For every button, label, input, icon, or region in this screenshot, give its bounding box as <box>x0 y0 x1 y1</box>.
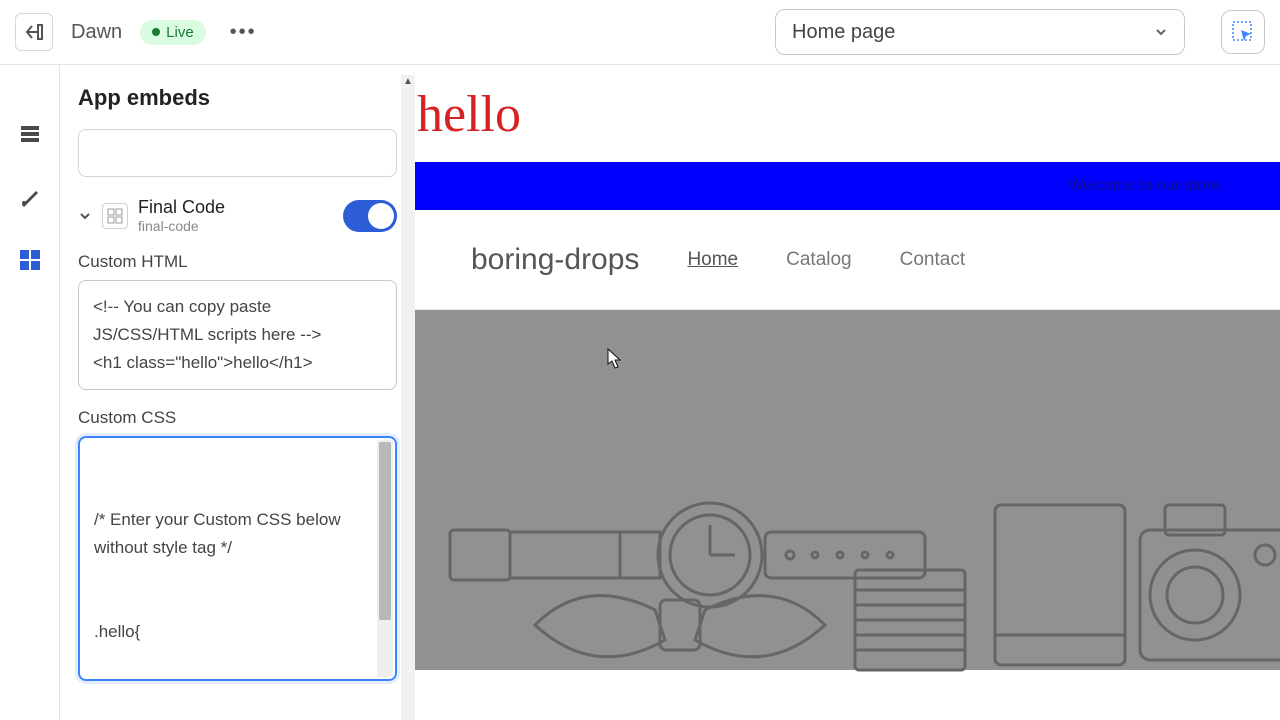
store-header: boring-drops Home Catalog Contact <box>415 210 1280 310</box>
live-label: Live <box>166 24 194 41</box>
box-placeholder-icon <box>990 500 1130 670</box>
settings-sidebar: App embeds Final Code final-code Custom … <box>60 65 415 720</box>
exit-icon <box>24 22 44 42</box>
exit-button[interactable] <box>15 13 53 51</box>
theme-name: Dawn <box>71 21 122 44</box>
custom-html-label: Custom HTML <box>78 252 397 272</box>
toggle-knob <box>368 203 394 229</box>
top-toolbar: Dawn Live ••• Home page <box>0 0 1280 65</box>
custom-html-input[interactable]: <!-- You can copy paste JS/CSS/HTML scri… <box>78 280 397 390</box>
store-name[interactable]: boring-drops <box>471 243 639 277</box>
css-line: .hello{ <box>94 618 381 646</box>
custom-css-input[interactable]: /* Enter your Custom CSS below without s… <box>78 436 397 681</box>
live-dot-icon <box>152 28 160 36</box>
live-status-badge: Live <box>140 20 206 45</box>
embed-title: Final Code <box>138 197 333 218</box>
embed-text-block: Final Code final-code <box>138 197 333 234</box>
page-select-value: Home page <box>792 21 895 44</box>
embed-subtitle: final-code <box>138 218 333 234</box>
lens-placeholder-icon <box>845 560 975 680</box>
sidebar-scrollbar[interactable]: ▲ <box>401 75 415 720</box>
more-options-button[interactable]: ••• <box>224 15 263 50</box>
main-layout: App embeds Final Code final-code Custom … <box>0 65 1280 720</box>
sidebar-title: App embeds <box>78 85 397 111</box>
nav-contact[interactable]: Contact <box>900 249 965 271</box>
preview-pane: hello Welcome to our store boring-drops … <box>415 65 1280 720</box>
camera-placeholder-icon <box>1135 500 1280 670</box>
css-scrollbar[interactable] <box>377 440 393 677</box>
page-select-dropdown[interactable]: Home page <box>775 9 1185 55</box>
css-line: /* Enter your Custom CSS below without s… <box>94 506 381 562</box>
theme-settings-tab-icon[interactable] <box>16 183 44 211</box>
hello-heading: hello <box>415 85 1280 144</box>
bowtie-placeholder-icon <box>525 570 835 680</box>
hero-image-area <box>415 310 1280 670</box>
nav-home[interactable]: Home <box>687 249 738 271</box>
scroll-up-icon[interactable]: ▲ <box>401 75 415 89</box>
custom-css-label: Custom CSS <box>78 408 397 428</box>
collapse-chevron-icon[interactable] <box>78 209 92 223</box>
app-embed-icon <box>102 203 128 229</box>
app-embed-row: Final Code final-code <box>78 197 397 234</box>
embed-search-field[interactable] <box>78 129 397 177</box>
inspector-button[interactable] <box>1221 10 1265 54</box>
sections-tab-icon[interactable] <box>16 120 44 148</box>
embed-toggle[interactable] <box>343 200 397 232</box>
announcement-text: Welcome to our store <box>1068 177 1220 195</box>
preview-frame: hello Welcome to our store boring-drops … <box>415 85 1280 720</box>
inspector-icon <box>1231 20 1255 44</box>
nav-catalog[interactable]: Catalog <box>786 249 852 271</box>
chevron-down-icon <box>1154 25 1168 39</box>
app-embeds-tab-icon[interactable] <box>16 246 44 274</box>
left-icon-rail <box>0 65 60 720</box>
announcement-bar: Welcome to our store <box>415 162 1280 210</box>
